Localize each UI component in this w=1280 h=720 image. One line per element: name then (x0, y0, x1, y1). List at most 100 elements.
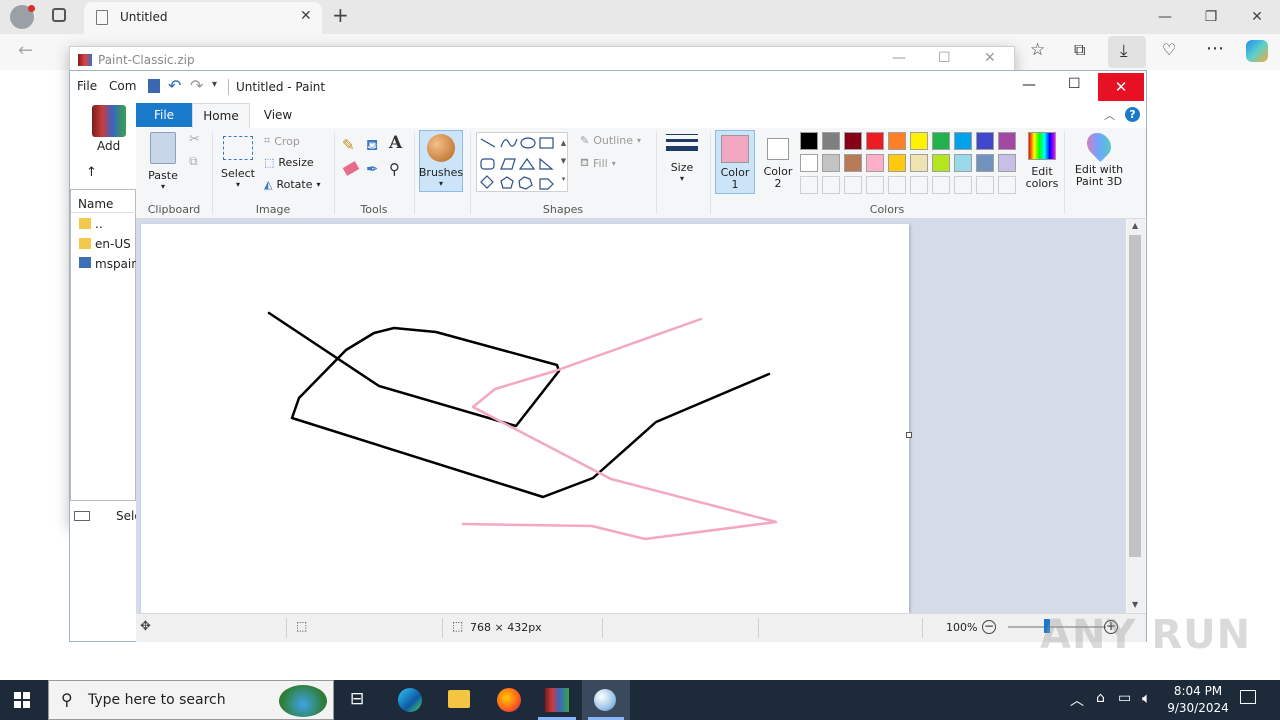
winrar-maximize-button[interactable]: ☐ (938, 50, 951, 66)
scrollbar-thumb[interactable] (1129, 235, 1141, 557)
zoom-out-button[interactable]: − (982, 620, 996, 634)
browser-close-button[interactable]: ✕ (1234, 2, 1280, 32)
task-view-icon[interactable]: ⊟ (350, 689, 364, 709)
shapes-gallery[interactable] (476, 132, 568, 192)
palette-swatch[interactable] (800, 132, 818, 150)
drawing-canvas[interactable] (141, 224, 909, 613)
minimize-ribbon-icon[interactable]: ︿ (1104, 107, 1115, 123)
tab-actions-icon[interactable] (52, 8, 66, 22)
paint-taskbar-button[interactable] (582, 680, 630, 720)
winrar-add-icon[interactable] (92, 105, 126, 137)
winrar-close-button[interactable]: ✕ (984, 50, 996, 66)
size-button[interactable]: Size ▾ (662, 134, 702, 183)
browser-tab[interactable]: Untitled ✕ (84, 2, 322, 34)
text-tool-icon[interactable]: A (389, 133, 402, 153)
palette-swatch[interactable] (844, 132, 862, 150)
winrar-menu-file[interactable]: File (77, 79, 97, 93)
custom-color-slot[interactable] (888, 176, 906, 194)
fill-bucket-icon[interactable]: ⛾ (366, 136, 378, 156)
palette-swatch[interactable] (910, 154, 928, 172)
custom-color-slot[interactable] (954, 176, 972, 194)
crop-button[interactable]: ⌗ Crop (264, 134, 300, 148)
paint-minimize-button[interactable]: — (1022, 77, 1036, 93)
save-icon[interactable] (148, 79, 160, 93)
custom-color-slot[interactable] (866, 176, 884, 194)
custom-color-slot[interactable] (910, 176, 928, 194)
favorites-icon[interactable]: ☆ (1030, 40, 1045, 60)
palette-swatch[interactable] (954, 154, 972, 172)
back-icon[interactable]: ← (18, 40, 33, 61)
custom-color-slot[interactable] (976, 176, 994, 194)
file-explorer-icon[interactable] (448, 690, 470, 708)
palette-swatch[interactable] (998, 132, 1016, 150)
palette-swatch[interactable] (800, 154, 818, 172)
outline-button[interactable]: ✎ Outline ▾ (580, 134, 641, 147)
palette-swatch[interactable] (954, 132, 972, 150)
undo-icon[interactable]: ↶ (168, 76, 181, 95)
winrar-minimize-button[interactable]: — (892, 50, 906, 66)
tab-file[interactable]: File (136, 103, 192, 127)
edit-with-paint3d-button[interactable]: Edit with Paint 3D (1070, 128, 1128, 188)
more-options-icon[interactable]: ⋯ (1206, 38, 1224, 59)
copilot-icon[interactable] (1246, 40, 1268, 62)
customize-toolbar-icon[interactable]: ▾ (212, 79, 217, 90)
resize-button[interactable]: ⬚ Resize (264, 156, 314, 169)
file-item-en-us[interactable]: en-US (95, 237, 131, 251)
scroll-down-icon[interactable]: ▼ (1132, 600, 1138, 609)
browser-essentials-icon[interactable]: ♡ (1162, 40, 1176, 59)
eraser-icon[interactable] (342, 161, 360, 176)
up-folder-icon[interactable]: ↑ (86, 165, 97, 180)
browser-restore-button[interactable]: ❐ (1188, 2, 1234, 32)
pencil-icon[interactable]: ✎ (342, 136, 355, 154)
palette-swatch[interactable] (866, 154, 884, 172)
fill-button[interactable]: ⛾ Fill ▾ (580, 156, 616, 171)
palette-swatch[interactable] (976, 132, 994, 150)
edge-icon[interactable] (398, 688, 422, 712)
select-button[interactable]: Select ▾ (220, 136, 256, 189)
color-picker-icon[interactable]: ✒ (366, 160, 379, 178)
custom-color-slot[interactable] (800, 176, 818, 194)
notifications-icon[interactable] (1240, 690, 1256, 704)
cut-icon[interactable]: ✂ (189, 132, 200, 147)
palette-swatch[interactable] (888, 132, 906, 150)
volume-icon[interactable]: 🔈︎ (1142, 689, 1151, 707)
custom-color-slot[interactable] (822, 176, 840, 194)
tab-home[interactable]: Home (192, 103, 250, 128)
palette-swatch[interactable] (866, 132, 884, 150)
canvas-resize-handle[interactable] (906, 432, 912, 438)
winrar-menu-commands[interactable]: Com (109, 79, 136, 93)
help-icon[interactable]: ? (1125, 107, 1140, 122)
downloads-button[interactable]: ⤓ (1108, 36, 1146, 68)
palette-swatch[interactable] (822, 154, 840, 172)
palette-swatch[interactable] (888, 154, 906, 172)
rotate-button[interactable]: ◭ Rotate ▾ (264, 178, 321, 191)
copy-icon[interactable]: ⧉ (189, 154, 198, 169)
winrar-taskbar-icon[interactable] (545, 688, 569, 712)
palette-swatch[interactable] (844, 154, 862, 172)
color2-button[interactable]: Color 2 (758, 130, 798, 194)
ethernet-icon[interactable]: ▭ (1118, 690, 1131, 706)
browser-minimize-button[interactable]: — (1142, 2, 1188, 32)
new-tab-button[interactable]: + (332, 3, 349, 27)
palette-swatch[interactable] (976, 154, 994, 172)
start-button[interactable] (14, 692, 30, 708)
collections-icon[interactable]: ⧉ (1074, 40, 1085, 60)
paint-maximize-button[interactable]: ☐ (1068, 76, 1081, 92)
scroll-up-icon[interactable]: ▲ (1132, 221, 1138, 230)
shapes-scroll[interactable]: ▲ ▼ ▾ (559, 134, 568, 190)
custom-color-slot[interactable] (998, 176, 1016, 194)
redo-icon[interactable]: ↷ (190, 76, 203, 95)
close-tab-icon[interactable]: ✕ (300, 8, 312, 24)
file-item-parent[interactable]: .. (95, 217, 103, 231)
file-list-name-header[interactable]: Name (78, 197, 113, 211)
magnifier-icon[interactable]: ⚲ (389, 160, 400, 178)
palette-swatch[interactable] (932, 154, 950, 172)
tab-view[interactable]: View (250, 103, 306, 127)
palette-swatch[interactable] (910, 132, 928, 150)
palette-swatch[interactable] (998, 154, 1016, 172)
taskbar-search-box[interactable]: ⚲ Type here to search (48, 680, 334, 720)
brushes-button[interactable]: Brushes ▾ (419, 130, 463, 192)
firefox-icon[interactable] (497, 688, 521, 712)
custom-color-slot[interactable] (844, 176, 862, 194)
clock-date[interactable]: 9/30/2024 (1164, 701, 1232, 715)
